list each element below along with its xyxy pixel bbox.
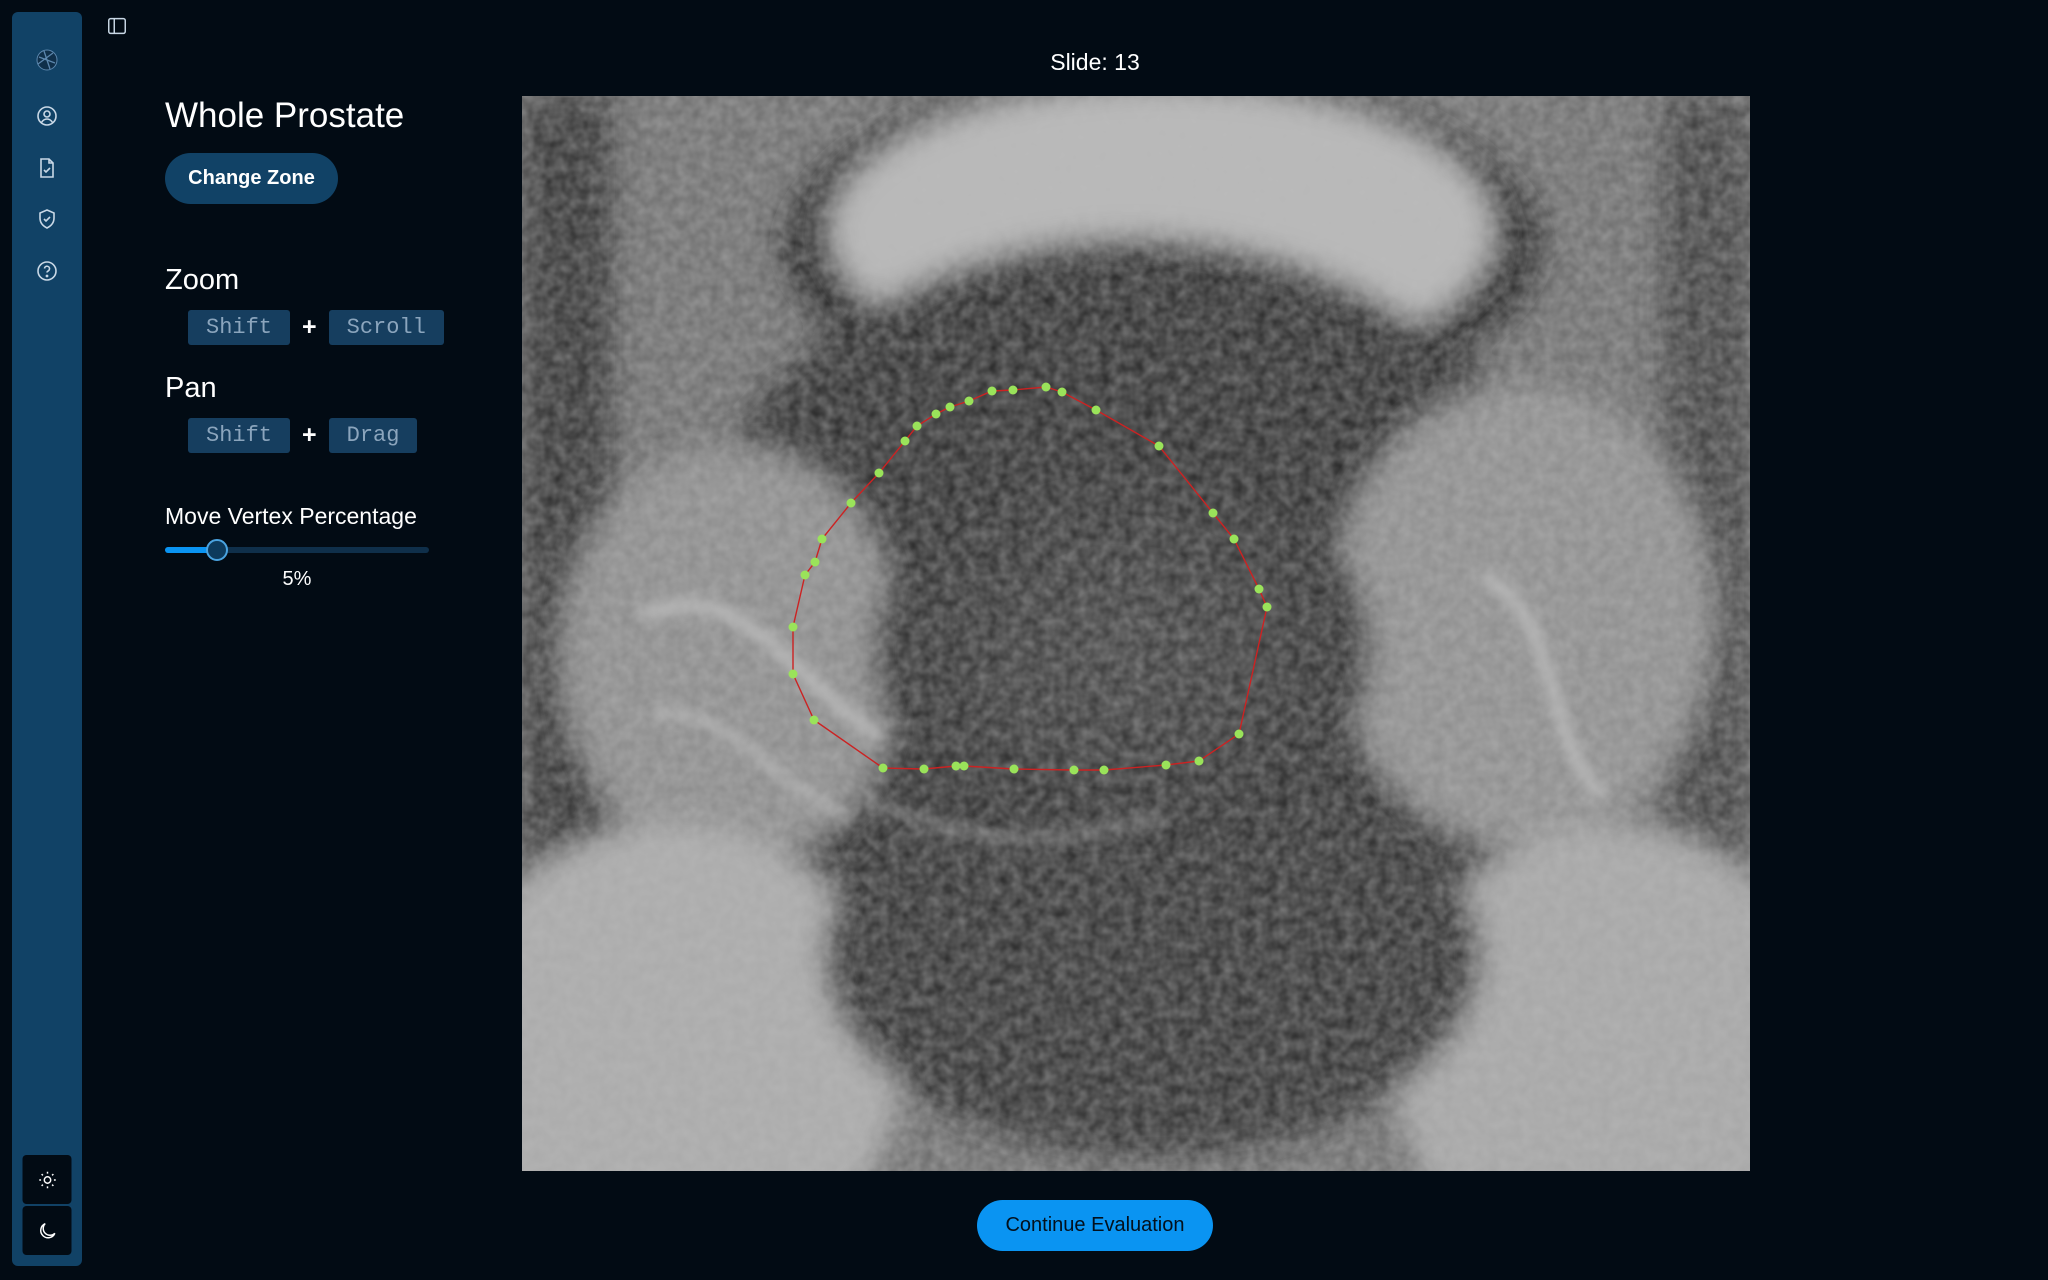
contour-vertex[interactable] [1091, 405, 1101, 415]
zoom-shortcut: Shift + Scroll [188, 310, 444, 345]
zoom-heading: Zoom [165, 264, 240, 296]
pan-shortcut: Shift + Drag [188, 418, 418, 453]
contour-vertex[interactable] [1041, 382, 1051, 392]
move-vertex-label: Move Vertex Percentage [165, 503, 417, 529]
pan-heading: Pan [165, 372, 217, 404]
help-circle-icon[interactable] [32, 256, 62, 286]
contour-vertex[interactable] [846, 498, 856, 508]
kbd-shift: Shift [188, 310, 291, 345]
contour-vertex[interactable] [931, 409, 941, 419]
contour-vertex[interactable] [817, 534, 827, 544]
contour-vertex[interactable] [874, 468, 884, 478]
contour-vertex[interactable] [800, 570, 810, 580]
zone-title: Whole Prostate [165, 96, 405, 135]
contour-vertex[interactable] [788, 669, 798, 679]
shield-check-icon[interactable] [32, 204, 62, 234]
change-zone-button[interactable]: Change Zone [165, 153, 338, 204]
contour-vertex[interactable] [1229, 534, 1239, 544]
contour-vertex[interactable] [1008, 385, 1018, 395]
contour-vertex[interactable] [1208, 508, 1218, 518]
mri-viewer[interactable] [522, 96, 1750, 1171]
contour-vertex[interactable] [1069, 765, 1079, 775]
contour-vertex[interactable] [1009, 764, 1019, 774]
continue-evaluation-button[interactable]: Continue Evaluation [977, 1200, 1213, 1251]
kbd-drag: Drag [328, 418, 418, 453]
contour-vertex[interactable] [919, 764, 929, 774]
contour-vertex[interactable] [1057, 387, 1067, 397]
move-vertex-value: 5% [282, 568, 312, 590]
contour-vertex[interactable] [1161, 760, 1171, 770]
sun-icon[interactable] [22, 1155, 72, 1204]
contour-vertex[interactable] [1099, 765, 1109, 775]
user-circle-icon[interactable] [32, 101, 62, 131]
contour-vertex[interactable] [945, 402, 955, 412]
contour-vertex[interactable] [809, 715, 819, 725]
contour-vertex[interactable] [1254, 584, 1264, 594]
mri-image[interactable] [522, 96, 1750, 1171]
kbd-scroll: Scroll [328, 310, 444, 345]
slider-thumb[interactable] [206, 539, 228, 561]
plus-sign: + [302, 313, 317, 341]
logo-icon[interactable] [32, 45, 62, 75]
contour-vertex[interactable] [878, 763, 888, 773]
contour-vertex[interactable] [951, 761, 961, 771]
contour-vertex[interactable] [959, 761, 969, 771]
contour-vertex[interactable] [964, 396, 974, 406]
contour-vertex[interactable] [788, 622, 798, 632]
sidebar [12, 12, 82, 1266]
move-vertex-slider[interactable] [165, 539, 429, 561]
contour-vertex[interactable] [900, 436, 910, 446]
moon-icon[interactable] [22, 1206, 72, 1255]
plus-sign: + [302, 421, 317, 449]
contour-vertex[interactable] [810, 557, 820, 567]
contour-vertex[interactable] [1194, 756, 1204, 766]
contour-vertex[interactable] [987, 386, 997, 396]
slide-label: Slide: 13 [1050, 49, 1140, 75]
contour-vertex[interactable] [1154, 441, 1164, 451]
document-check-icon[interactable] [32, 153, 62, 183]
contour-vertex[interactable] [1234, 729, 1244, 739]
kbd-shift: Shift [188, 418, 291, 453]
contour-vertex[interactable] [912, 421, 922, 431]
panel-left-icon[interactable] [104, 13, 130, 39]
contour-vertex[interactable] [1262, 602, 1272, 612]
